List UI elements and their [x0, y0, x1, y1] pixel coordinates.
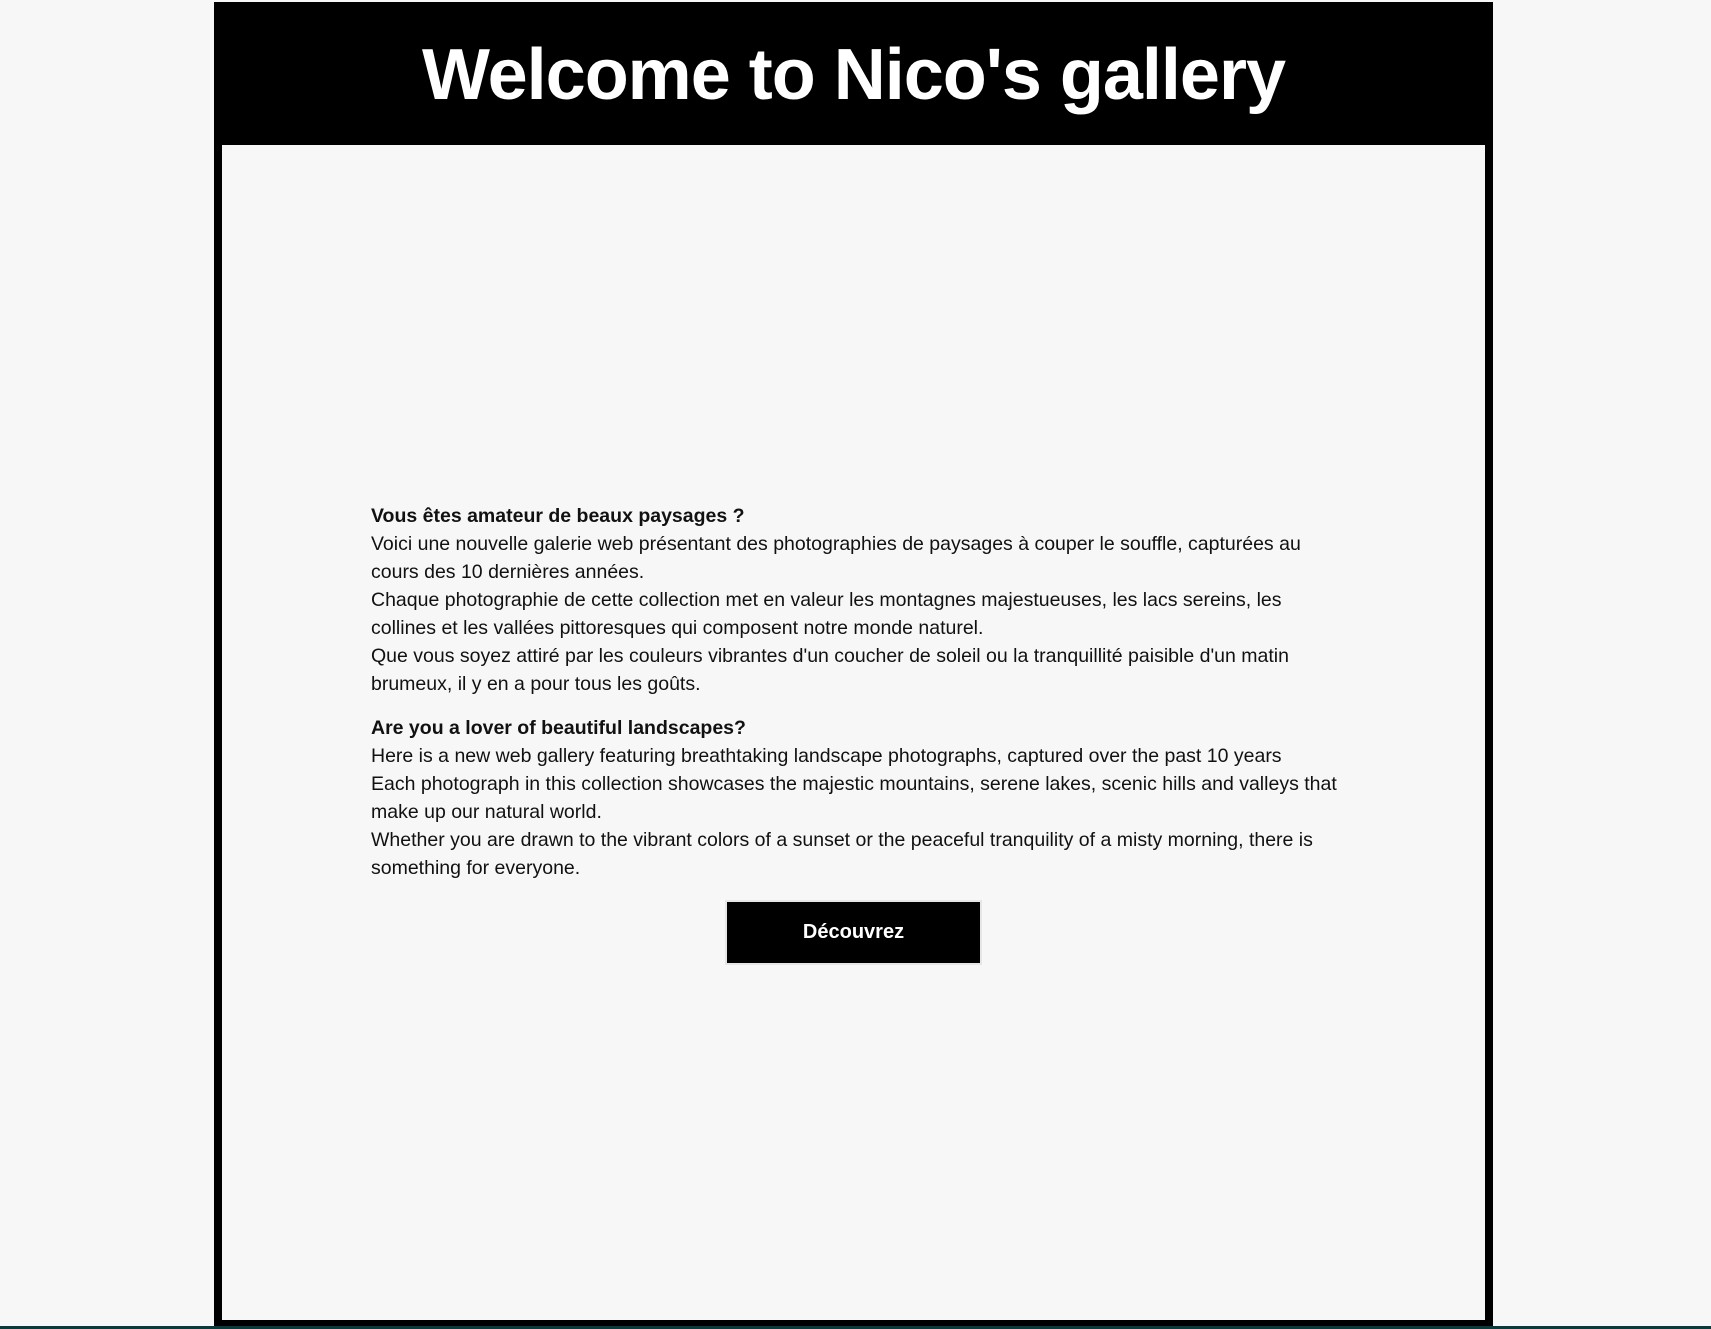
page-title: Welcome to Nico's gallery	[421, 35, 1286, 115]
intro-english-heading: Are you a lover of beautiful landscapes?	[371, 717, 746, 739]
page-frame: Welcome to Nico's gallery Vous êtes amat…	[214, 2, 1493, 1327]
page-header: Welcome to Nico's gallery	[214, 2, 1493, 144]
intro-english: Are you a lover of beautiful landscapes?…	[371, 714, 1346, 882]
intro-french-paragraph: Voici une nouvelle galerie web présentan…	[371, 533, 1301, 583]
intro-french-paragraph: Que vous soyez attiré par les couleurs v…	[371, 645, 1289, 695]
content-panel: Vous êtes amateur de beaux paysages ? Vo…	[222, 145, 1485, 1320]
intro-english-paragraph: Whether you are drawn to the vibrant col…	[371, 829, 1313, 879]
intro-french-heading: Vous êtes amateur de beaux paysages ?	[371, 505, 745, 527]
intro-text: Vous êtes amateur de beaux paysages ? Vo…	[371, 502, 1346, 898]
discover-button[interactable]: Découvrez	[725, 900, 982, 965]
cta-container: Découvrez	[222, 900, 1485, 965]
intro-french-paragraph: Chaque photographie de cette collection …	[371, 589, 1282, 639]
intro-french: Vous êtes amateur de beaux paysages ? Vo…	[371, 502, 1346, 698]
intro-english-paragraph: Here is a new web gallery featuring brea…	[371, 745, 1282, 767]
intro-english-paragraph: Each photograph in this collection showc…	[371, 773, 1337, 823]
